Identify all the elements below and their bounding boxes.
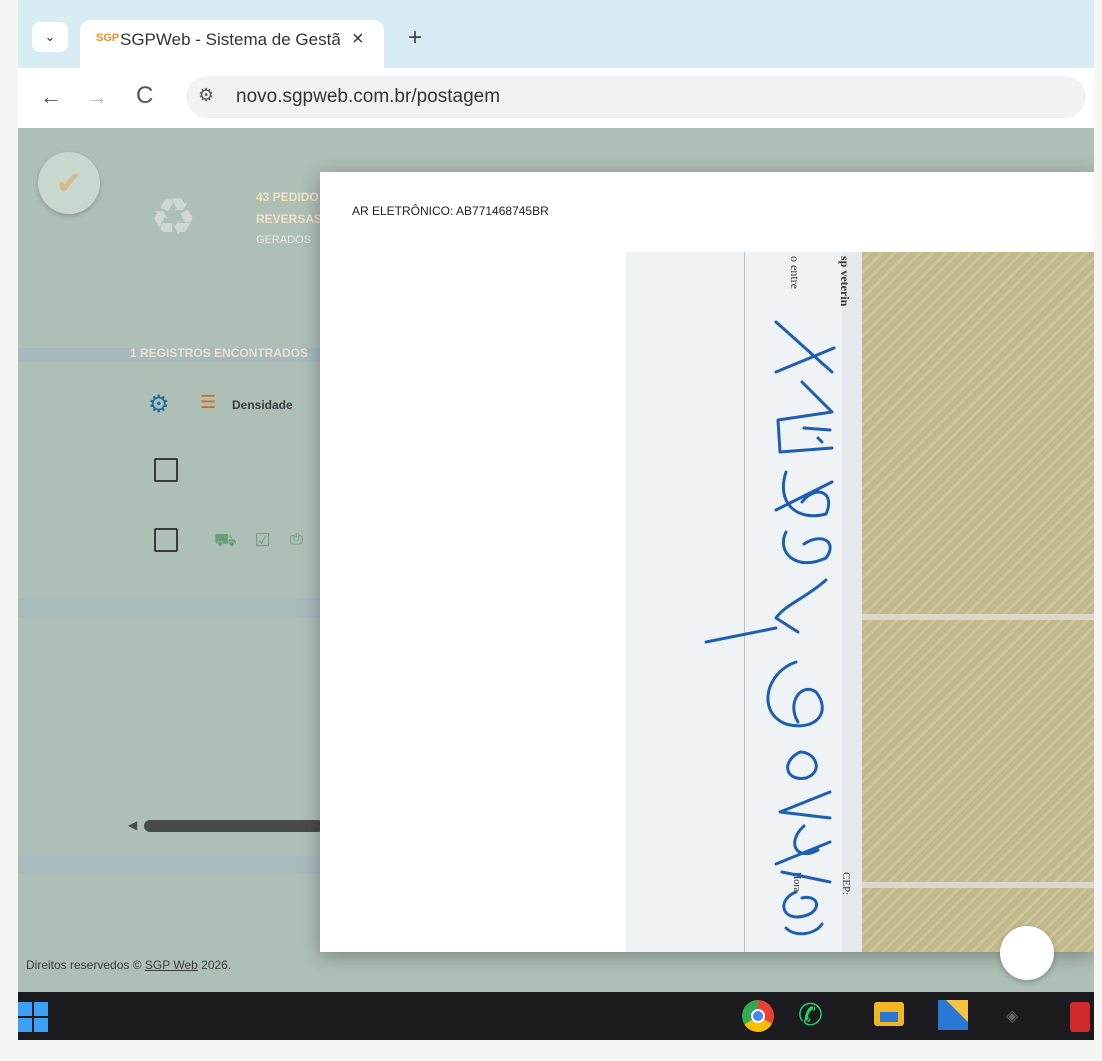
photo-border-bottom — [0, 1040, 1102, 1061]
tab-search-button[interactable]: ⌄ — [32, 22, 68, 52]
scan-seam — [862, 882, 1094, 888]
back-button[interactable]: ← — [40, 84, 62, 110]
footer-year: 2026. — [197, 958, 232, 972]
stat-line-3: GERADOS — [256, 234, 312, 246]
whatsapp-icon[interactable]: ✆ — [798, 998, 823, 1033]
forward-button[interactable]: → — [86, 84, 108, 110]
close-tab-button[interactable]: × — [352, 28, 364, 51]
browser-tab[interactable]: SGP SGPWeb - Sistema de Gestão d × — [80, 20, 384, 68]
print-icon[interactable]: ⎙ — [289, 530, 322, 550]
stat-line-1: 43 PEDIDO — [256, 190, 319, 204]
browser-tab-strip: ⌄ SGP SGPWeb - Sistema de Gestão d × + — [18, 0, 1094, 68]
url-text[interactable]: novo.sgpweb.com.br/postagem — [236, 86, 500, 108]
gear-icon[interactable]: ⚙ — [148, 390, 170, 419]
floating-action-button[interactable] — [1000, 926, 1054, 980]
reverse-orders-card: ♻ 43 PEDIDO REVERSAS GERADOS — [132, 168, 332, 308]
menu-icon[interactable]: ☰ — [200, 392, 216, 413]
handwritten-signature — [704, 320, 836, 936]
screen: ⌄ SGP SGPWeb - Sistema de Gestão d × + ←… — [18, 0, 1094, 1040]
horizontal-scrollbar[interactable] — [144, 820, 324, 832]
footer-text: Direitos reservedos © — [26, 958, 145, 972]
footer-link[interactable]: SGP Web — [145, 958, 198, 972]
row-checkbox[interactable] — [154, 528, 178, 552]
cart-icon[interactable]: ⛟ — [214, 530, 255, 550]
records-count: 1 REGISTROS ENCONTRADOS — [130, 346, 309, 360]
app-red-icon[interactable] — [1070, 1002, 1090, 1032]
taskbar: ✆ ◈ — [18, 992, 1094, 1040]
recycle-icon: ♻ — [150, 189, 197, 247]
check-icon[interactable]: ✔ — [38, 152, 100, 214]
sgp-favicon-icon: SGP — [96, 32, 120, 44]
modal-title: AR ELETRÔNICO: AB771468745BR — [352, 204, 549, 218]
new-tab-button[interactable]: + — [408, 24, 422, 52]
photo-border-left — [0, 0, 18, 1061]
scan-background — [862, 252, 1094, 952]
clipboard-icon[interactable]: ☑ — [255, 530, 289, 550]
app-icon[interactable] — [938, 1000, 968, 1030]
stack-icon[interactable]: ◈ — [1006, 1006, 1018, 1026]
reload-button[interactable]: C — [136, 82, 153, 110]
chrome-icon[interactable] — [742, 1000, 774, 1032]
photo-border-right — [1094, 0, 1102, 1061]
ar-scan-image: o entre sp veterin Hora CEP: — [626, 252, 1094, 952]
site-info-icon[interactable]: ⚙ — [198, 85, 214, 106]
footer: Direitos reservedos © SGP Web 2026. — [26, 958, 231, 972]
stat-line-2: REVERSAS — [256, 212, 323, 226]
scan-seam — [862, 614, 1094, 620]
select-all-checkbox[interactable] — [154, 458, 178, 482]
row-actions: ⛟☑⎙ — [214, 530, 322, 554]
ar-modal: AR ELETRÔNICO: AB771468745BR o entre sp … — [320, 172, 1094, 952]
browser-toolbar: ← → C ⚙ novo.sgpweb.com.br/postagem — [18, 68, 1094, 129]
windows-start-icon[interactable] — [18, 1002, 48, 1032]
chevron-down-icon: ⌄ — [44, 29, 56, 44]
density-button[interactable]: Densidade — [232, 398, 293, 412]
file-explorer-icon[interactable] — [874, 1002, 904, 1026]
address-bar[interactable]: ⚙ novo.sgpweb.com.br/postagem — [186, 76, 1086, 118]
scroll-left-arrow-icon[interactable]: ◀ — [128, 818, 137, 832]
tab-title: SGPWeb - Sistema de Gestão d — [120, 30, 340, 49]
